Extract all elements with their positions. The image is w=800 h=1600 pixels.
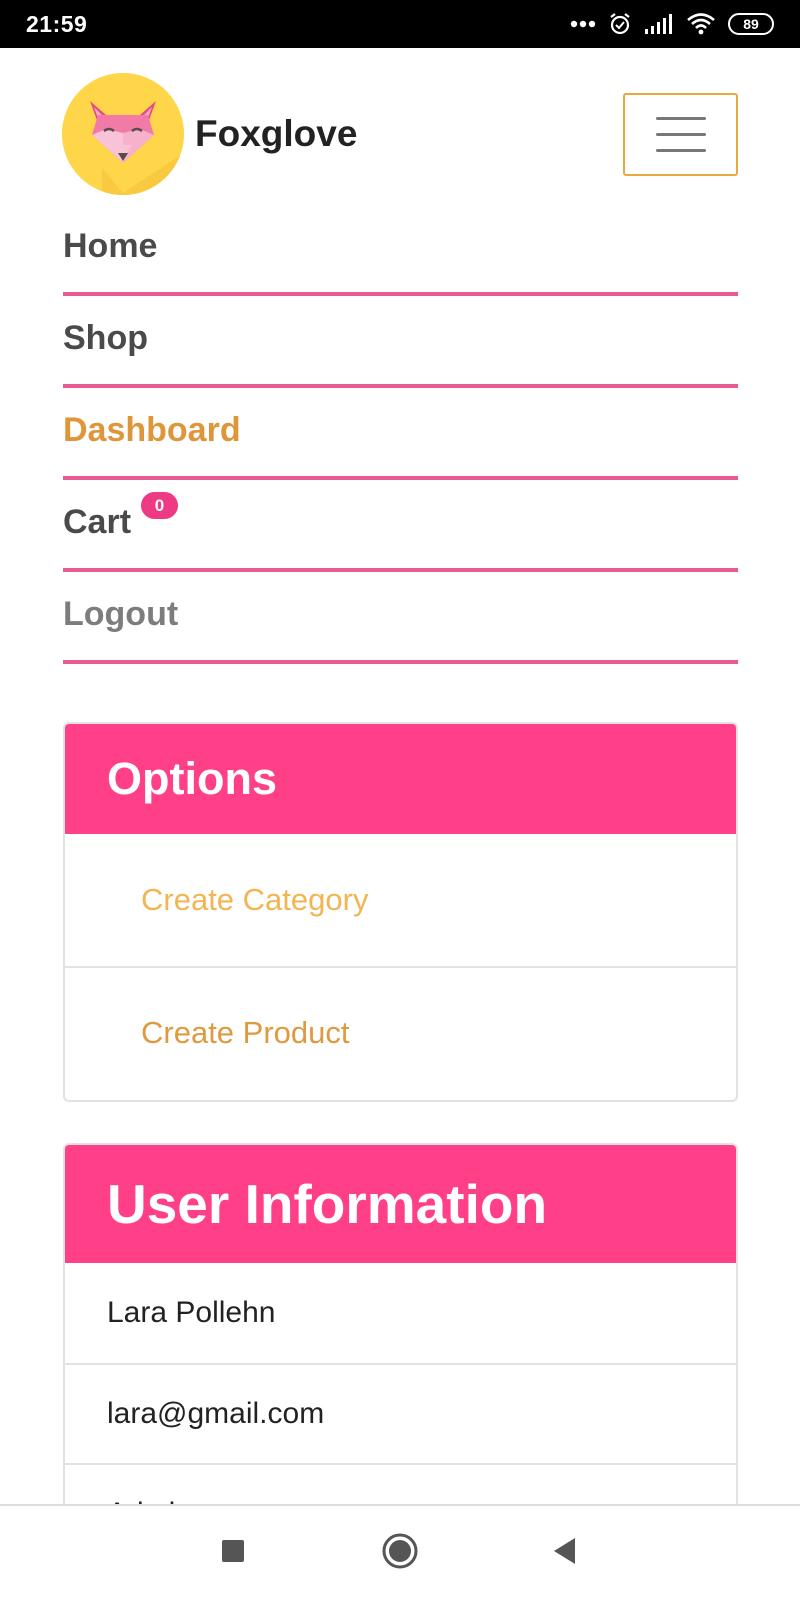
nav-item-cart[interactable]: Cart 0 bbox=[63, 480, 738, 572]
brand-link[interactable]: Foxglove bbox=[62, 73, 357, 195]
create-product-link[interactable]: Create Product bbox=[65, 966, 736, 1098]
hamburger-bar bbox=[655, 149, 706, 152]
user-info-card-title: User Information bbox=[65, 1145, 736, 1263]
recent-apps-button[interactable] bbox=[203, 1506, 263, 1600]
nav-item-label: Cart bbox=[63, 502, 132, 541]
fox-logo-icon bbox=[62, 73, 184, 195]
hamburger-menu-button[interactable] bbox=[623, 93, 738, 176]
options-card: Options Create Category Create Product bbox=[63, 722, 738, 1102]
options-card-title: Options bbox=[65, 724, 736, 834]
battery-icon: 89 bbox=[728, 13, 774, 35]
user-email: lara@gmail.com bbox=[65, 1363, 736, 1463]
user-info-card: User Information Lara Pollehn lara@gmail… bbox=[63, 1143, 738, 1563]
more-dots-icon bbox=[570, 20, 596, 28]
nav-item-label: Dashboard bbox=[63, 410, 241, 449]
nav-item-label: Shop bbox=[63, 318, 148, 357]
nav-item-home[interactable]: Home bbox=[63, 204, 738, 296]
cart-count-badge: 0 bbox=[141, 491, 179, 519]
status-icons: 89 bbox=[570, 12, 774, 36]
hamburger-bar bbox=[655, 133, 706, 136]
cellular-signal-icon bbox=[644, 13, 674, 35]
back-button[interactable] bbox=[535, 1506, 595, 1600]
home-icon bbox=[381, 1532, 419, 1575]
main-nav: Home Shop Dashboard Cart 0 Logout bbox=[63, 204, 738, 664]
nav-item-label: Logout bbox=[63, 594, 179, 633]
nav-item-label: Home bbox=[63, 226, 158, 265]
brand-name: Foxglove bbox=[195, 113, 358, 154]
home-button[interactable] bbox=[370, 1506, 430, 1600]
android-navigation-bar bbox=[0, 1504, 800, 1600]
hamburger-menu-icon bbox=[655, 117, 706, 120]
back-icon bbox=[551, 1536, 579, 1571]
site-header: Foxglove bbox=[0, 48, 800, 220]
nav-item-shop[interactable]: Shop bbox=[63, 296, 738, 388]
recent-apps-icon bbox=[220, 1538, 246, 1569]
nav-item-logout[interactable]: Logout bbox=[63, 572, 738, 664]
wifi-icon bbox=[686, 12, 716, 36]
nav-item-dashboard[interactable]: Dashboard bbox=[63, 388, 738, 480]
user-name: Lara Pollehn bbox=[107, 1296, 276, 1329]
create-category-link[interactable]: Create Category bbox=[65, 834, 736, 966]
alarm-icon bbox=[608, 12, 632, 36]
status-time: 21:59 bbox=[26, 10, 88, 37]
status-bar: 21:59 89 bbox=[0, 0, 800, 48]
